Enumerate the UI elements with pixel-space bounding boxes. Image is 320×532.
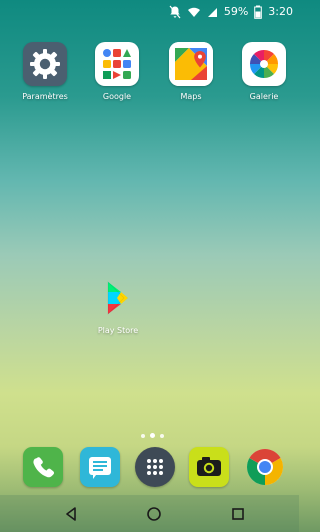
- google-apps-folder-icon: [95, 42, 139, 86]
- page-dot: [160, 433, 164, 438]
- settings-gear-icon: [23, 42, 67, 86]
- battery-percent: 59%: [223, 5, 249, 18]
- page-dot: [141, 433, 145, 438]
- app-drawer-icon[interactable]: [135, 447, 175, 487]
- clock: 3:20: [268, 5, 293, 18]
- google-maps-icon: [169, 42, 213, 86]
- phone-icon[interactable]: [23, 447, 63, 487]
- gallery-pinwheel-icon: [242, 42, 286, 86]
- app-play-store[interactable]: Play Store: [85, 276, 151, 335]
- app-label: Galerie: [249, 92, 279, 101]
- home-icon[interactable]: [145, 505, 163, 523]
- chrome-icon[interactable]: [245, 447, 285, 487]
- status-bar: 59% 3:20: [0, 0, 299, 24]
- app-label: Google: [102, 92, 132, 101]
- page-indicator: [141, 433, 164, 438]
- messages-icon[interactable]: [80, 447, 120, 487]
- notifications-off-icon: [169, 5, 181, 19]
- back-icon[interactable]: [62, 505, 80, 523]
- camera-icon[interactable]: [189, 447, 229, 487]
- navigation-bar: [0, 495, 299, 532]
- recents-icon[interactable]: [229, 505, 247, 523]
- app-maps[interactable]: Maps: [158, 42, 224, 101]
- app-label: Play Store: [97, 326, 139, 335]
- page-dot-active: [150, 433, 155, 438]
- cell-signal-icon: [207, 8, 217, 17]
- app-gallery[interactable]: Galerie: [231, 42, 297, 101]
- app-label: Maps: [180, 92, 202, 101]
- play-store-icon: [96, 276, 140, 320]
- app-google-folder[interactable]: Google: [84, 42, 150, 101]
- status-icons: 59% 3:20: [169, 5, 293, 19]
- app-label: Paramètres: [22, 92, 68, 101]
- wifi-icon: [187, 7, 200, 17]
- app-settings[interactable]: Paramètres: [12, 42, 78, 101]
- dock: [0, 447, 299, 491]
- battery-icon: [254, 5, 263, 19]
